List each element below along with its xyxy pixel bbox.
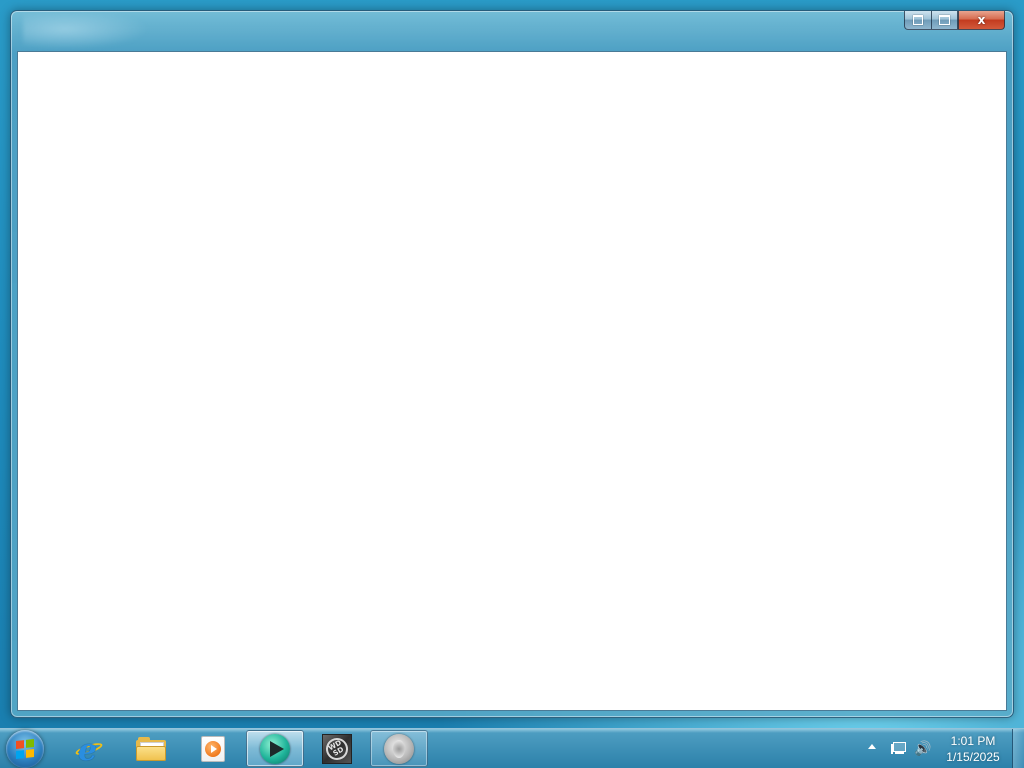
restore-icon: [913, 15, 923, 25]
show-desktop-button[interactable]: [1012, 729, 1024, 768]
taskbar-media-player[interactable]: [184, 730, 242, 767]
restore-button[interactable]: [904, 11, 931, 30]
window-titlebar[interactable]: x: [11, 11, 1013, 53]
network-icon[interactable]: [891, 741, 907, 757]
volume-icon[interactable]: 🔊: [914, 740, 932, 758]
ie-icon: e: [74, 733, 104, 768]
window-client-area[interactable]: [17, 51, 1007, 711]
taskbar-teal-media-app[interactable]: [246, 730, 304, 767]
speaker-icon: [384, 733, 414, 764]
window-title-icon: [23, 13, 163, 53]
taskbar-internet-explorer[interactable]: e: [60, 730, 118, 768]
start-button[interactable]: [6, 730, 44, 768]
taskbar-speaker-app[interactable]: [370, 730, 428, 767]
wd-badge-icon: WD SD: [321, 733, 353, 764]
folder-icon: [136, 736, 166, 761]
close-button[interactable]: x: [958, 11, 1005, 30]
taskbar-file-explorer[interactable]: [122, 730, 180, 767]
maximize-icon: [939, 15, 950, 25]
clock-date: 1/15/2025: [946, 750, 1000, 764]
media-player-icon: [201, 735, 225, 762]
clock-time: 1:01 PM: [950, 734, 996, 748]
teal-play-icon: [260, 733, 290, 764]
clock[interactable]: 1:01 PM 1/15/2025: [938, 733, 1008, 765]
taskbar-wd-app[interactable]: WD SD: [308, 730, 366, 767]
maximize-button[interactable]: [931, 11, 958, 30]
taskbar: e WD SD 🔊 1:01 PM 1/15/2025: [0, 728, 1024, 768]
show-hidden-icons-chevron-icon[interactable]: [868, 744, 876, 749]
app-window: x: [10, 10, 1014, 718]
caption-buttons: x: [904, 11, 1005, 31]
windows-logo-icon: [16, 739, 34, 759]
close-icon: x: [977, 13, 986, 27]
